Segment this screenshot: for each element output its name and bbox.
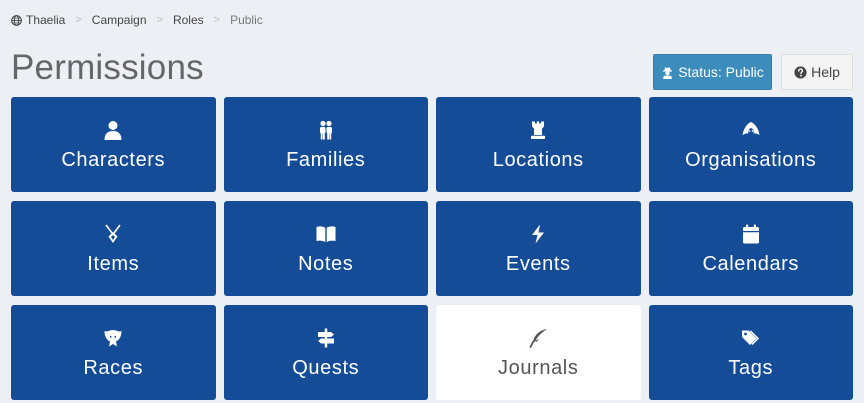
module-label: Items — [87, 252, 140, 275]
module-label: Journals — [498, 356, 579, 379]
module-permission-grid: Characters Families Locations Organisati… — [11, 97, 853, 400]
status-button[interactable]: Status: Public — [653, 54, 772, 90]
dragon-icon — [104, 329, 122, 346]
module-label: Locations — [492, 148, 584, 171]
module-tile-families[interactable]: Families — [223, 97, 428, 192]
hood-icon — [742, 121, 760, 135]
question-circle-icon — [794, 65, 807, 79]
module-label: Races — [83, 356, 144, 379]
breadcrumb-item-campaign-name[interactable]: Thaelia — [11, 13, 65, 27]
calendar-icon — [742, 224, 759, 243]
module-tile-items[interactable]: Items — [11, 201, 216, 296]
breadcrumb-item-roles[interactable]: Roles — [173, 13, 204, 27]
user-icon — [104, 120, 122, 140]
module-tile-calendars[interactable]: Calendars — [648, 201, 853, 296]
module-tile-characters[interactable]: Characters — [11, 97, 216, 192]
breadcrumb-item-current: Public — [230, 13, 263, 27]
chess-rook-icon — [531, 121, 546, 139]
bolt-icon — [532, 224, 545, 243]
breadcrumb-separator: > — [213, 14, 221, 26]
module-label: Events — [505, 252, 571, 275]
help-button-label: Help — [811, 64, 840, 80]
page-title: Permissions — [11, 48, 204, 87]
breadcrumb-item-campaign[interactable]: Campaign — [92, 13, 147, 27]
help-button[interactable]: Help — [781, 54, 853, 90]
breadcrumb-separator: > — [156, 14, 163, 26]
module-tile-races[interactable]: Races — [11, 305, 216, 400]
module-label: Tags — [728, 356, 774, 379]
necklace-icon — [105, 224, 121, 243]
breadcrumb-label: Thaelia — [26, 13, 66, 27]
module-label: Characters — [61, 148, 166, 171]
module-tile-locations[interactable]: Locations — [436, 97, 641, 192]
status-button-label: Status: Public — [678, 64, 764, 80]
module-tile-tags[interactable]: Tags — [648, 305, 853, 400]
module-tile-events[interactable]: Events — [436, 201, 641, 296]
signpost-icon — [317, 328, 334, 347]
module-label: Families — [286, 148, 366, 171]
user-secret-icon — [663, 66, 673, 79]
users-icon — [319, 120, 332, 139]
book-open-icon — [316, 225, 336, 242]
breadcrumb-separator: > — [75, 14, 82, 26]
globe-icon — [11, 14, 22, 26]
module-tile-organisations[interactable]: Organisations — [648, 97, 853, 192]
quill-icon — [529, 328, 548, 348]
breadcrumb: Thaelia > Campaign > Roles > Public — [11, 12, 263, 28]
module-tile-notes[interactable]: Notes — [223, 201, 428, 296]
module-tile-journals[interactable]: Journals — [436, 305, 641, 400]
module-label: Calendars — [702, 252, 800, 275]
module-label: Quests — [292, 356, 360, 379]
module-label: Organisations — [685, 148, 817, 171]
tags-icon — [741, 330, 759, 345]
module-label: Notes — [298, 252, 354, 275]
module-tile-quests[interactable]: Quests — [223, 305, 428, 400]
